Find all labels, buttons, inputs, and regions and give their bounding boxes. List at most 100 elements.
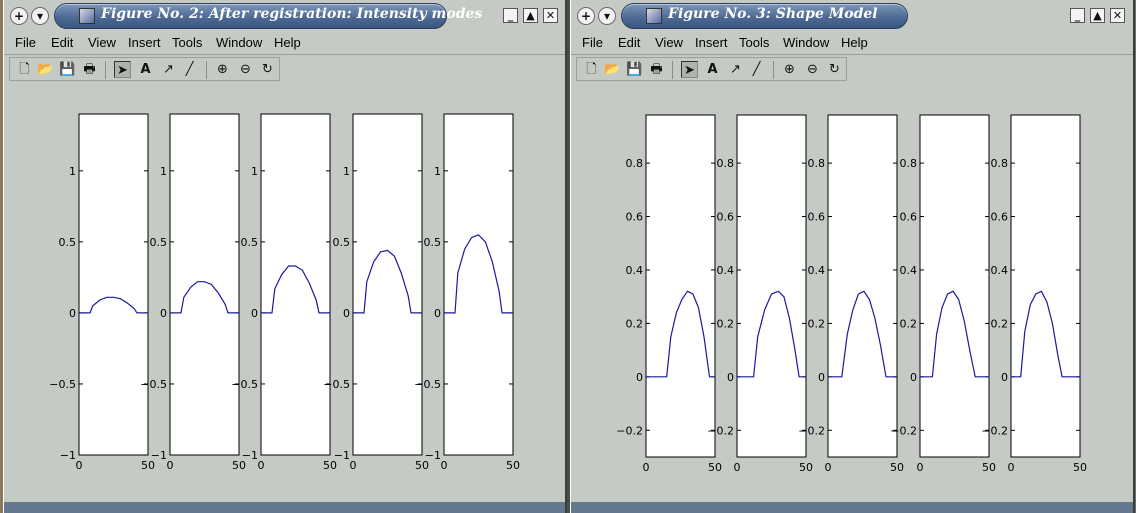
x-tick-label: 50 <box>982 461 996 474</box>
x-tick-label: 0 <box>825 461 832 474</box>
y-tick-label: −0.5 <box>414 378 441 391</box>
y-tick-label: 0.5 <box>424 236 442 249</box>
axes-box <box>169 113 240 456</box>
y-tick-label: 0 <box>636 371 643 384</box>
x-tick-label: 0 <box>1008 461 1015 474</box>
y-tick-label: 0 <box>160 307 167 320</box>
window-menu-chevron-icon[interactable]: ▾ <box>598 7 616 25</box>
close-button[interactable]: ✕ <box>1110 8 1125 23</box>
subplot-5: −1 −0.5 0 0.5 1 0 50 <box>414 113 520 472</box>
figure-window-2[interactable]: + ▾ Figure No. 2: After registration: In… <box>3 0 567 513</box>
y-tick-label: 0.2 <box>626 317 644 330</box>
menu-insert[interactable]: Insert <box>695 35 728 50</box>
y-tick-label: 0.5 <box>150 236 168 249</box>
new-file-icon[interactable]: 🗋 <box>583 61 600 78</box>
subplot-4: −1−0.500.510 50 <box>323 113 429 472</box>
toolbar-separator <box>105 61 106 79</box>
menu-help[interactable]: Help <box>841 35 868 50</box>
y-tick-label: 0.8 <box>626 157 644 170</box>
axes-box <box>78 113 149 456</box>
axes-box <box>260 113 331 456</box>
insert-text-icon[interactable]: A <box>137 61 154 78</box>
x-tick-label: 0 <box>76 459 83 472</box>
insert-line-icon[interactable]: ╱ <box>748 61 765 78</box>
print-icon[interactable]: 🖶 <box>648 61 665 78</box>
rotate-icon[interactable]: ↻ <box>826 61 843 78</box>
open-folder-icon[interactable]: 📂 <box>604 61 621 78</box>
menu-file[interactable]: File <box>15 35 36 50</box>
toolbar-separator <box>672 61 673 79</box>
x-tick-label: 0 <box>917 461 924 474</box>
y-tick-label: −1 <box>151 449 167 462</box>
menu-edit[interactable]: Edit <box>51 35 73 50</box>
insert-arrow-icon[interactable]: ↗ <box>160 61 177 78</box>
y-tick-label: 0.8 <box>808 157 826 170</box>
y-tick-label: −1 <box>242 449 258 462</box>
axes-box <box>919 114 990 458</box>
close-button[interactable]: ✕ <box>543 8 558 23</box>
y-tick-label: 0.6 <box>991 211 1009 224</box>
menu-file[interactable]: File <box>582 35 603 50</box>
x-tick-label: 0 <box>167 459 174 472</box>
y-tick-label: 0.2 <box>900 317 918 330</box>
y-tick-label: −0.2 <box>798 424 825 437</box>
open-folder-icon[interactable]: 📂 <box>37 61 54 78</box>
y-tick-label: −0.5 <box>49 378 76 391</box>
insert-arrow-icon[interactable]: ↗ <box>727 61 744 78</box>
print-icon[interactable]: 🖶 <box>81 61 98 78</box>
zoom-in-icon[interactable]: ⊕ <box>214 61 231 78</box>
y-tick-label: 0.6 <box>626 211 644 224</box>
save-icon[interactable]: 💾 <box>626 61 643 78</box>
minimize-button[interactable]: _ <box>503 8 518 23</box>
y-tick-label: 1 <box>251 165 258 178</box>
menu-window[interactable]: Window <box>216 35 262 50</box>
title-pill[interactable]: Figure No. 2: After registration: Intens… <box>54 3 482 29</box>
select-arrow-icon[interactable]: ➤ <box>681 61 698 78</box>
menu-tools[interactable]: Tools <box>739 35 769 50</box>
subplot-3: −0.2 0 0.2 0.4 0.6 0.8 0 50 <box>798 114 904 474</box>
zoom-in-icon[interactable]: ⊕ <box>781 61 798 78</box>
y-tick-label: 0.6 <box>717 211 735 224</box>
menu-tools[interactable]: Tools <box>172 35 202 50</box>
menu-edit[interactable]: Edit <box>618 35 640 50</box>
zoom-out-icon[interactable]: ⊖ <box>237 61 254 78</box>
figure-window-3[interactable]: + ▾ Figure No. 3: Shape Model _ ▲ ✕ File… <box>570 0 1135 513</box>
menu-view[interactable]: View <box>88 35 116 50</box>
y-tick-label: 1 <box>343 165 350 178</box>
title-bar[interactable]: + ▾ Figure No. 3: Shape Model _ ▲ ✕ <box>571 0 1133 32</box>
x-tick-label: 0 <box>734 461 741 474</box>
menu-view[interactable]: View <box>655 35 683 50</box>
menu-help[interactable]: Help <box>274 35 301 50</box>
window-menu-chevron-icon[interactable]: ▾ <box>31 7 49 25</box>
y-tick-label: 0 <box>727 371 734 384</box>
toolbar-separator <box>206 61 207 79</box>
menu-insert[interactable]: Insert <box>128 35 161 50</box>
title-pill[interactable]: Figure No. 3: Shape Model <box>621 3 908 29</box>
subplot-5: −0.2 0 0.2 0.4 0.6 0.8 0 50 <box>981 114 1087 474</box>
maximize-button[interactable]: ▲ <box>1090 8 1105 23</box>
y-tick-label: 0.5 <box>241 236 259 249</box>
maximize-button[interactable]: ▲ <box>523 8 538 23</box>
insert-line-icon[interactable]: ╱ <box>181 61 198 78</box>
subplot-1: −1−0.500.510 50 <box>49 113 155 472</box>
y-tick-label: 0.4 <box>808 264 826 277</box>
add-icon[interactable]: + <box>10 7 28 25</box>
save-icon[interactable]: 💾 <box>59 61 76 78</box>
menu-window[interactable]: Window <box>783 35 829 50</box>
toolbar-separator <box>773 61 774 79</box>
y-tick-label: 0 <box>434 307 441 320</box>
insert-text-icon[interactable]: A <box>704 61 721 78</box>
y-tick-label: 1 <box>69 165 76 178</box>
axes-box <box>443 113 514 456</box>
minimize-button[interactable]: _ <box>1070 8 1085 23</box>
rotate-icon[interactable]: ↻ <box>259 61 276 78</box>
add-icon[interactable]: + <box>577 7 595 25</box>
select-arrow-icon[interactable]: ➤ <box>114 61 131 78</box>
y-tick-label: 0.4 <box>991 264 1009 277</box>
new-file-icon[interactable]: 🗋 <box>16 61 33 78</box>
axes-box <box>1010 114 1081 458</box>
menu-bar: File Edit View Insert Tools Window Help <box>571 32 1133 55</box>
zoom-out-icon[interactable]: ⊖ <box>804 61 821 78</box>
title-bar[interactable]: + ▾ Figure No. 2: After registration: In… <box>4 0 565 32</box>
figure-toolbar: 🗋 📂 💾 🖶 ➤ A ↗ ╱ ⊕ ⊖ ↻ <box>9 57 280 81</box>
